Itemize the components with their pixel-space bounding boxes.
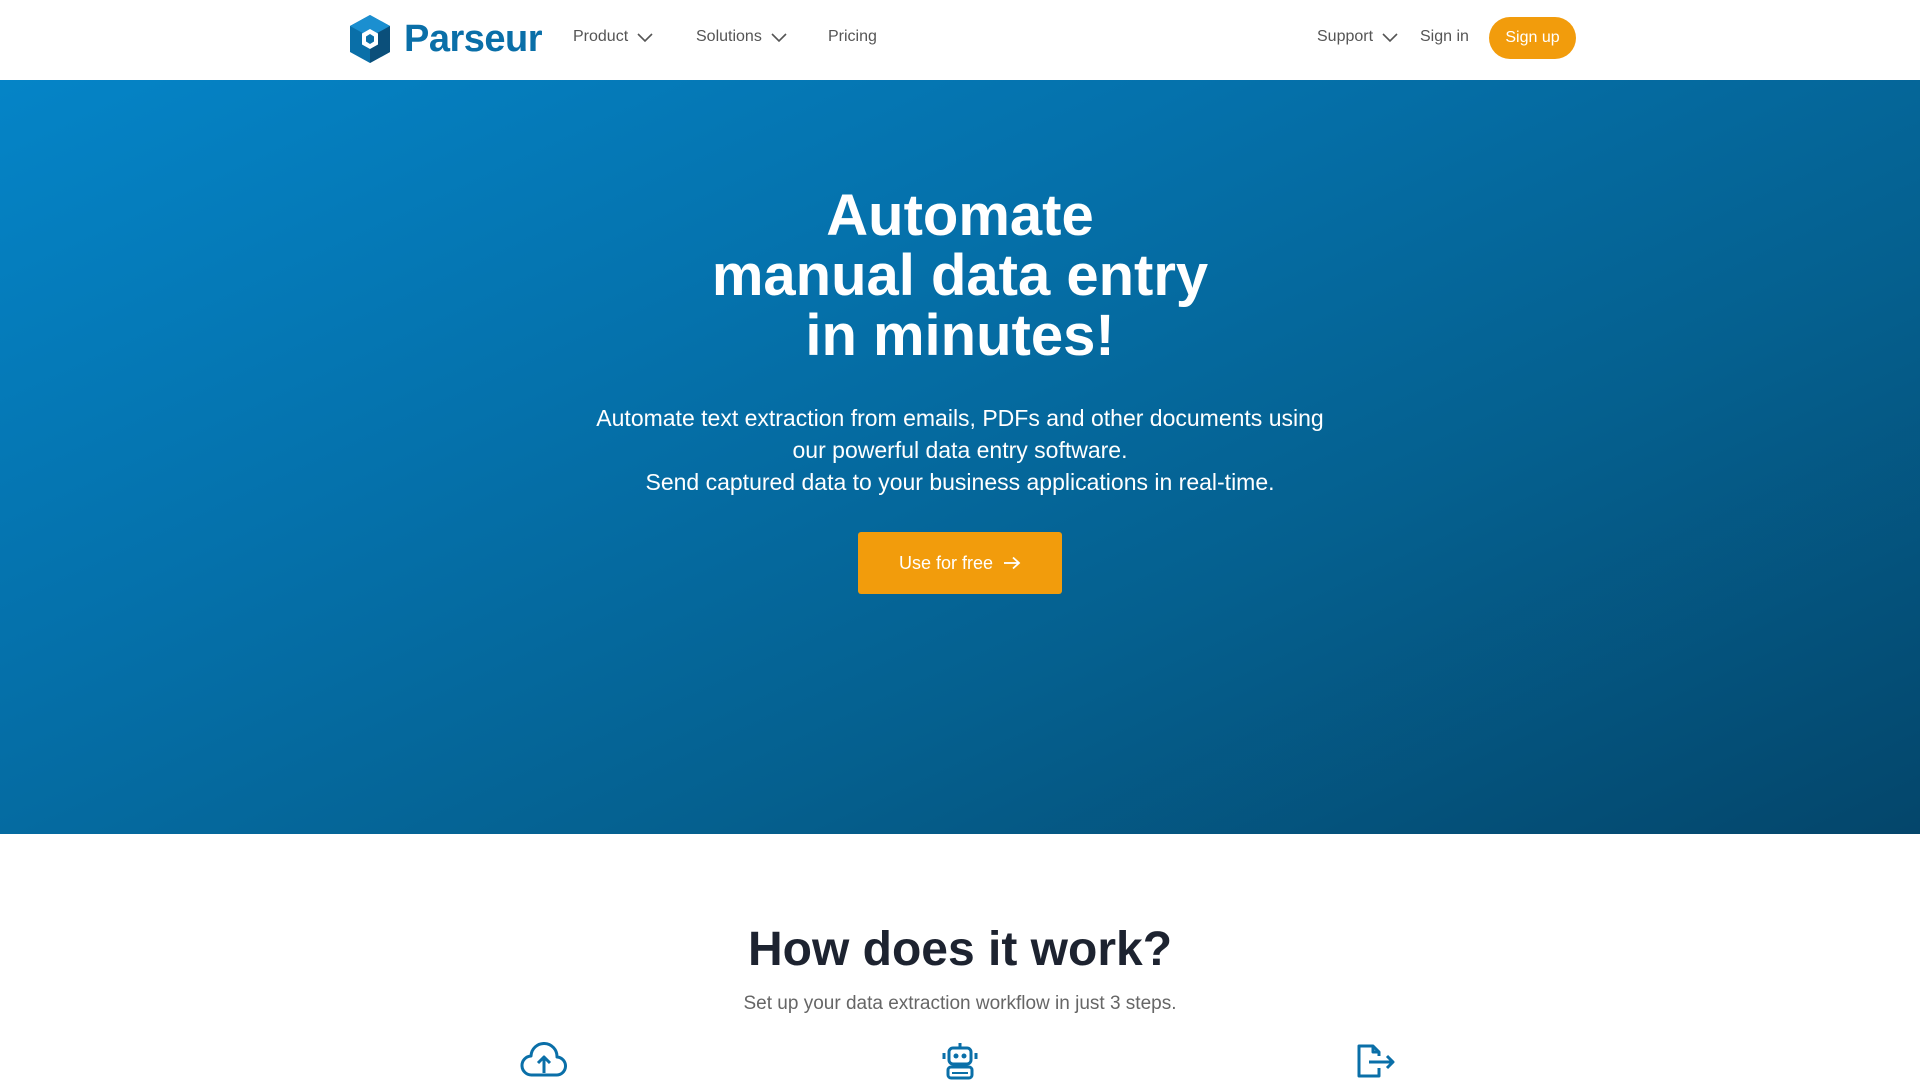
nav-support[interactable]: Support (1317, 24, 1399, 50)
hero-title-line: manual data entry (711, 243, 1209, 308)
nav-solutions[interactable]: Solutions (696, 24, 788, 50)
hero-section: Automate manual data entry in minutes! A… (0, 80, 1920, 834)
site-header: Parseur Product Solutions Pricing Suppor… (0, 0, 1920, 80)
signup-button[interactable]: Sign up (1489, 17, 1576, 59)
robot-icon (942, 1043, 978, 1080)
nav-product[interactable]: Product (573, 24, 654, 50)
hero-subtitle-line: Send captured data to your business appl… (645, 469, 1275, 495)
parseur-logo[interactable]: Parseur (346, 12, 543, 66)
hero-subtitle-line: Automate text extraction from emails, PD… (596, 405, 1324, 431)
parseur-logo-icon (350, 15, 390, 63)
nav-pricing-label: Pricing (828, 28, 877, 45)
logo-text: Parseur (404, 17, 543, 60)
nav-signin-label: Sign in (1420, 28, 1469, 45)
chevron-down-icon (1382, 33, 1398, 43)
use-for-free-button[interactable]: Use for free (858, 532, 1062, 594)
hero-title-line: Automate (826, 183, 1094, 248)
nav-product-label: Product (573, 28, 629, 45)
hero-subtitle-line: our powerful data entry software. (792, 437, 1128, 463)
how-it-works-title: How does it work? (747, 923, 1173, 976)
hero-title: Automate manual data entry in minutes! (0, 186, 1920, 366)
nav-signin[interactable]: Sign in (1420, 24, 1469, 50)
chevron-down-icon (771, 33, 787, 43)
hero-subtitle: Automate text extraction from emails, PD… (0, 402, 1920, 498)
arrow-right-icon (1004, 556, 1021, 570)
how-it-works-subtitle: Set up your data extraction workflow in … (743, 993, 1177, 1014)
export-file-icon (1357, 1044, 1395, 1078)
nav-pricing[interactable]: Pricing (828, 24, 877, 50)
nav-support-label: Support (1317, 28, 1374, 45)
nav-solutions-label: Solutions (696, 28, 762, 45)
cloud-upload-icon (520, 1042, 567, 1077)
use-for-free-label: Use for free (898, 552, 994, 573)
chevron-down-icon (637, 33, 653, 43)
hero-title-line: in minutes! (805, 303, 1115, 368)
